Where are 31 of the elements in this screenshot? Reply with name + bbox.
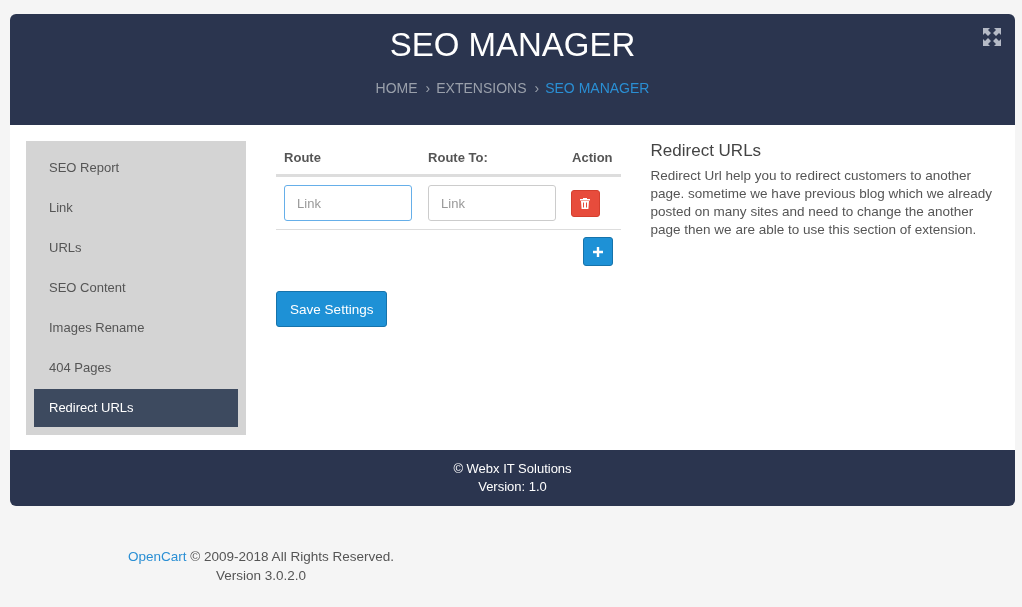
page-title: SEO MANAGER: [389, 25, 636, 65]
sidebar-item[interactable]: 404 Pages: [34, 349, 239, 387]
link-input-field[interactable]: Link: [284, 185, 413, 221]
sidebar-item[interactable]: Redirect URLs: [34, 389, 239, 427]
footer-text: Version: 1.0: [477, 478, 548, 496]
sidebar-item[interactable]: SEO Content: [34, 269, 239, 307]
breadcrumb-link[interactable]: EXTENSIONS: [436, 80, 527, 96]
save-button[interactable]: Save Settings: [276, 291, 388, 327]
link-input-field[interactable]: Link: [428, 185, 557, 221]
delete-button[interactable]: [570, 189, 600, 217]
section-description: Redirect Url help you to redirect customers to another page. sometime we have previous blog which we already posted on many sites and need to change the another page then we are able to use this section of extension.: [650, 167, 993, 239]
breadcrumb-link[interactable]: SEO MANAGER: [545, 80, 650, 96]
column-header: Route: [283, 150, 322, 165]
section-heading: Redirect URLs: [650, 141, 763, 161]
opencart-link[interactable]: OpenCart: [128, 549, 187, 564]
add-button[interactable]: [582, 237, 613, 266]
version-text: Version 3.0.2.0: [214, 567, 308, 585]
column-header: Route To:: [427, 150, 489, 165]
breadcrumb-separator: ›: [425, 80, 431, 96]
copyright-text: © 2009-2018 All Rights Reserved.: [190, 549, 394, 564]
sidebar-item[interactable]: URLs: [34, 229, 239, 267]
sidebar-item[interactable]: Link: [34, 189, 239, 227]
breadcrumb-separator: ›: [534, 80, 540, 96]
sidebar-item[interactable]: SEO Report: [34, 149, 239, 187]
expand-icon[interactable]: [983, 28, 1001, 46]
footer-text: © Webx IT Solutions: [453, 460, 572, 478]
sidebar-item[interactable]: Images Rename: [34, 309, 239, 347]
breadcrumb-link[interactable]: HOME: [375, 80, 418, 96]
column-header: Action: [571, 150, 614, 165]
plus-icon: [592, 246, 603, 257]
trash-icon: [580, 197, 591, 209]
